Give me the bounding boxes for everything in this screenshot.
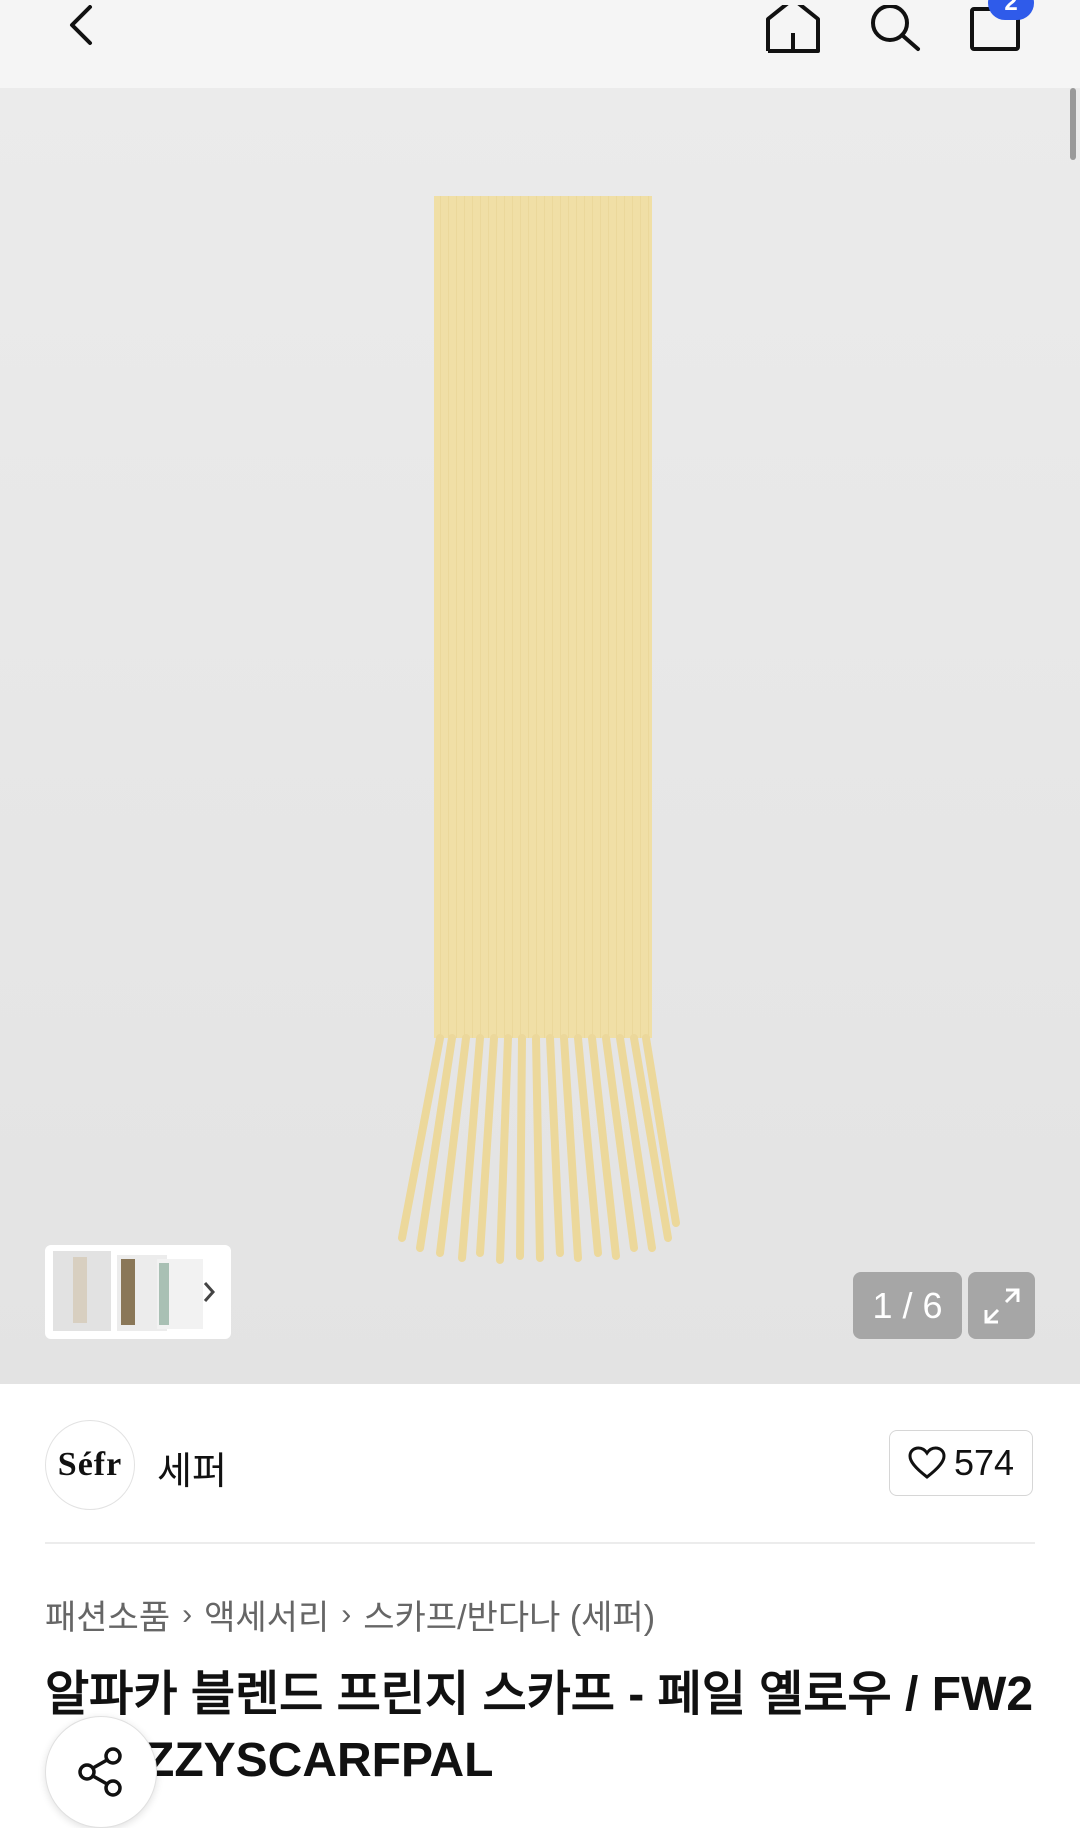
brand-logo[interactable]: Séfr — [45, 1420, 135, 1510]
breadcrumb-item-accessories[interactable]: 액세서리 — [204, 1590, 329, 1639]
chevron-right-icon: › — [341, 1597, 352, 1631]
search-icon — [871, 5, 920, 51]
product-title-line1: 알파카 블렌드 프린지 스카프 - 페일 옐로우 / FW2 — [45, 1668, 1034, 1721]
share-icon — [78, 1747, 122, 1797]
heart-icon — [908, 1446, 946, 1479]
back-button[interactable] — [45, 0, 115, 60]
share-button[interactable] — [45, 1716, 157, 1828]
search-button[interactable] — [860, 0, 930, 60]
home-button[interactable] — [758, 0, 828, 60]
breadcrumb-item-fashion-accessories[interactable]: 패션소품 — [45, 1590, 170, 1639]
thumbnail-strip[interactable] — [45, 1245, 231, 1339]
product-image-gallery[interactable] — [0, 88, 1080, 1384]
product-image — [398, 196, 680, 1264]
chevron-right-icon: › — [182, 1597, 193, 1631]
image-counter: 1 / 6 — [853, 1272, 962, 1339]
brand-name[interactable]: 세퍼 — [157, 1440, 227, 1495]
top-navigation-bar: 2 — [0, 0, 1080, 88]
like-count: 574 — [953, 1442, 1015, 1483]
chevron-left-icon — [70, 5, 92, 45]
expand-icon — [984, 1288, 1019, 1323]
product-title: 알파카 블렌드 프린지 스카프 - 페일 옐로우 / FW2 ZZYSCARFP… — [45, 1662, 1045, 1794]
breadcrumb: 패션소품 › 액세서리 › 스카프/반다나 (세퍼) — [45, 1590, 655, 1639]
thumbnail-images — [53, 1251, 216, 1331]
expand-button[interactable] — [968, 1272, 1035, 1339]
home-icon — [766, 5, 820, 53]
chevron-right-icon — [203, 1282, 216, 1302]
divider — [45, 1542, 1035, 1544]
product-title-line2: ZZYSCARFPAL — [145, 1734, 494, 1787]
breadcrumb-item-scarf[interactable]: 스카프/반다나 (세퍼) — [363, 1590, 655, 1639]
page-scrollbar[interactable] — [1070, 88, 1076, 160]
like-button[interactable]: 574 — [889, 1430, 1033, 1496]
